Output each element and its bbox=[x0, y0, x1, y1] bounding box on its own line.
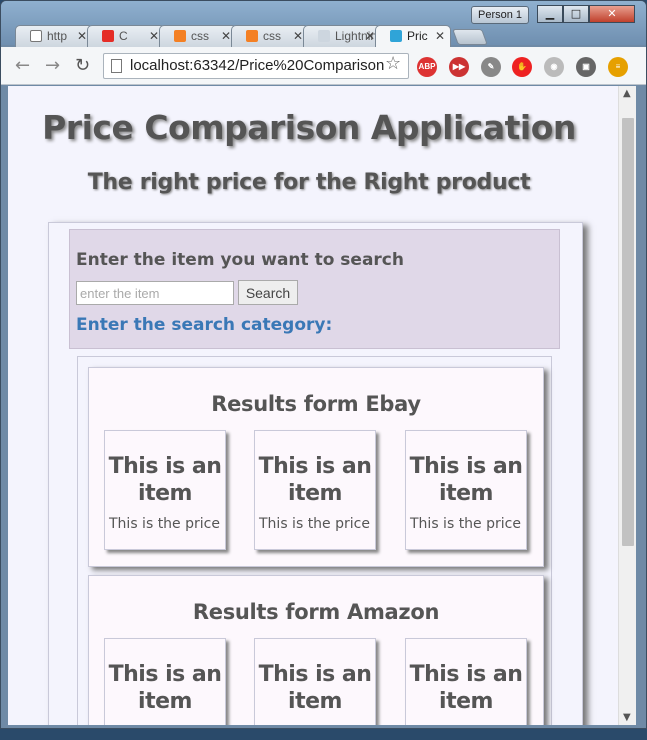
item-name: This is an item bbox=[258, 454, 372, 506]
page-viewport: Price Comparison Application The right p… bbox=[8, 86, 636, 725]
tab-close-icon[interactable]: ✕ bbox=[149, 26, 159, 47]
address-bar[interactable]: localhost:63342/Price%20Comparison bbox=[103, 53, 409, 79]
screenshot-icon[interactable]: ▣ bbox=[576, 57, 596, 77]
tab-label: Pric bbox=[407, 29, 428, 43]
bookmark-star-icon[interactable]: ☆ bbox=[385, 53, 401, 74]
new-tab-button[interactable] bbox=[452, 29, 488, 45]
result-title: Results form Amazon bbox=[192, 600, 440, 624]
category-label: Enter the search category: bbox=[76, 315, 333, 335]
item-price: This is the price bbox=[410, 516, 521, 532]
tab-close-icon[interactable]: ✕ bbox=[293, 26, 303, 47]
main-panel: Enter the item you want to search Search… bbox=[48, 222, 583, 725]
adblock-icon[interactable]: ABP bbox=[417, 57, 437, 77]
search-panel: Enter the item you want to search Search… bbox=[69, 229, 560, 349]
tab-1[interactable]: C ✕ bbox=[87, 25, 165, 47]
item-card[interactable]: This is an item This is the price bbox=[405, 430, 527, 550]
scroll-down-arrow-icon[interactable]: ▼ bbox=[623, 712, 631, 723]
item-name: This is an item bbox=[409, 662, 523, 714]
tab-5[interactable]: Pric ✕ bbox=[375, 25, 451, 47]
menu-icon[interactable]: ≡ bbox=[608, 57, 628, 77]
search-label: Enter the item you want to search bbox=[76, 250, 404, 270]
stackoverflow-icon bbox=[246, 30, 258, 42]
item-card[interactable]: This is an item This is the price bbox=[254, 430, 376, 550]
url-text: localhost:63342/Price%20Comparison bbox=[130, 57, 385, 74]
vertical-scrollbar[interactable]: ▲ ▼ bbox=[618, 86, 636, 725]
stackoverflow-icon bbox=[174, 30, 186, 42]
tab-strip: http ✕ C ✕ css ✕ css ✕ Lightnin ✕ Pric ✕ bbox=[15, 25, 488, 47]
item-name: This is an item bbox=[108, 662, 222, 714]
tab-close-icon[interactable]: ✕ bbox=[77, 26, 87, 47]
youtube-icon bbox=[102, 30, 114, 42]
back-arrow-icon[interactable]: ← bbox=[15, 55, 30, 76]
item-price: This is the price bbox=[109, 516, 220, 532]
item-name: This is an item bbox=[108, 454, 222, 506]
result-title: Results form Ebay bbox=[211, 392, 421, 416]
item-price: This is the price bbox=[109, 724, 220, 725]
item-price: This is the price bbox=[410, 724, 521, 725]
scroll-thumb[interactable] bbox=[622, 118, 634, 546]
item-name: This is an item bbox=[258, 662, 372, 714]
forward-arrow-icon[interactable]: → bbox=[45, 55, 60, 76]
tab-icon bbox=[318, 30, 330, 42]
result-block: Results form Ebay This is an item This is … bbox=[88, 367, 544, 567]
item-card[interactable]: This is an item This is the price bbox=[104, 638, 226, 725]
tab-label: http bbox=[47, 29, 68, 43]
profile-button[interactable]: Person 1 bbox=[471, 6, 529, 24]
item-name: This is an item bbox=[409, 454, 523, 506]
ublock-icon[interactable]: ✋ bbox=[512, 57, 532, 77]
page-title: Price Comparison Application bbox=[42, 108, 576, 147]
tab-0[interactable]: http ✕ bbox=[15, 25, 93, 47]
tab-3[interactable]: css ✕ bbox=[231, 25, 309, 47]
reload-icon[interactable]: ↻ bbox=[75, 55, 90, 76]
tab-label: css bbox=[191, 29, 209, 43]
item-price: This is the price bbox=[259, 724, 370, 725]
page-icon bbox=[111, 59, 122, 73]
search-input[interactable] bbox=[76, 281, 234, 305]
tab-2[interactable]: css ✕ bbox=[159, 25, 237, 47]
tools-icon[interactable]: ✎ bbox=[481, 57, 501, 77]
window-controls: ▁ □ ✕ bbox=[537, 5, 635, 23]
item-price: This is the price bbox=[259, 516, 370, 532]
tab-close-icon[interactable]: ✕ bbox=[365, 26, 375, 47]
browser-toolbar: ← → ↻ localhost:63342/Price%20Comparison… bbox=[1, 47, 646, 85]
scroll-up-arrow-icon[interactable]: ▲ bbox=[623, 88, 631, 99]
minimize-icon[interactable]: ▁ bbox=[537, 5, 563, 23]
results-container: Results form Ebay This is an item This is … bbox=[77, 356, 552, 725]
item-card[interactable]: This is an item This is the price bbox=[254, 638, 376, 725]
tab-close-icon[interactable]: ✕ bbox=[435, 26, 445, 47]
search-button[interactable]: Search bbox=[238, 280, 298, 305]
tab-label: css bbox=[263, 29, 281, 43]
record-icon[interactable]: ◉ bbox=[544, 57, 564, 77]
item-card[interactable]: This is an item This is the price bbox=[405, 638, 527, 725]
browser-window: Person 1 ▁ □ ✕ http ✕ C ✕ css ✕ css ✕ Lightnin ✕ P… bbox=[0, 0, 647, 729]
item-card[interactable]: This is an item This is the price bbox=[104, 430, 226, 550]
tab-label: C bbox=[119, 29, 128, 43]
tab-4[interactable]: Lightnin ✕ bbox=[303, 25, 381, 47]
page-subtitle: The right price for the Right product bbox=[87, 170, 531, 195]
maximize-icon[interactable]: □ bbox=[563, 5, 589, 23]
webstorm-icon bbox=[390, 30, 402, 42]
result-block: Results form Amazon This is an item This i… bbox=[88, 575, 544, 725]
page-icon bbox=[30, 30, 42, 42]
tab-close-icon[interactable]: ✕ bbox=[221, 26, 231, 47]
media-icon[interactable]: ▶▶ bbox=[449, 57, 469, 77]
close-window-icon[interactable]: ✕ bbox=[589, 5, 635, 23]
